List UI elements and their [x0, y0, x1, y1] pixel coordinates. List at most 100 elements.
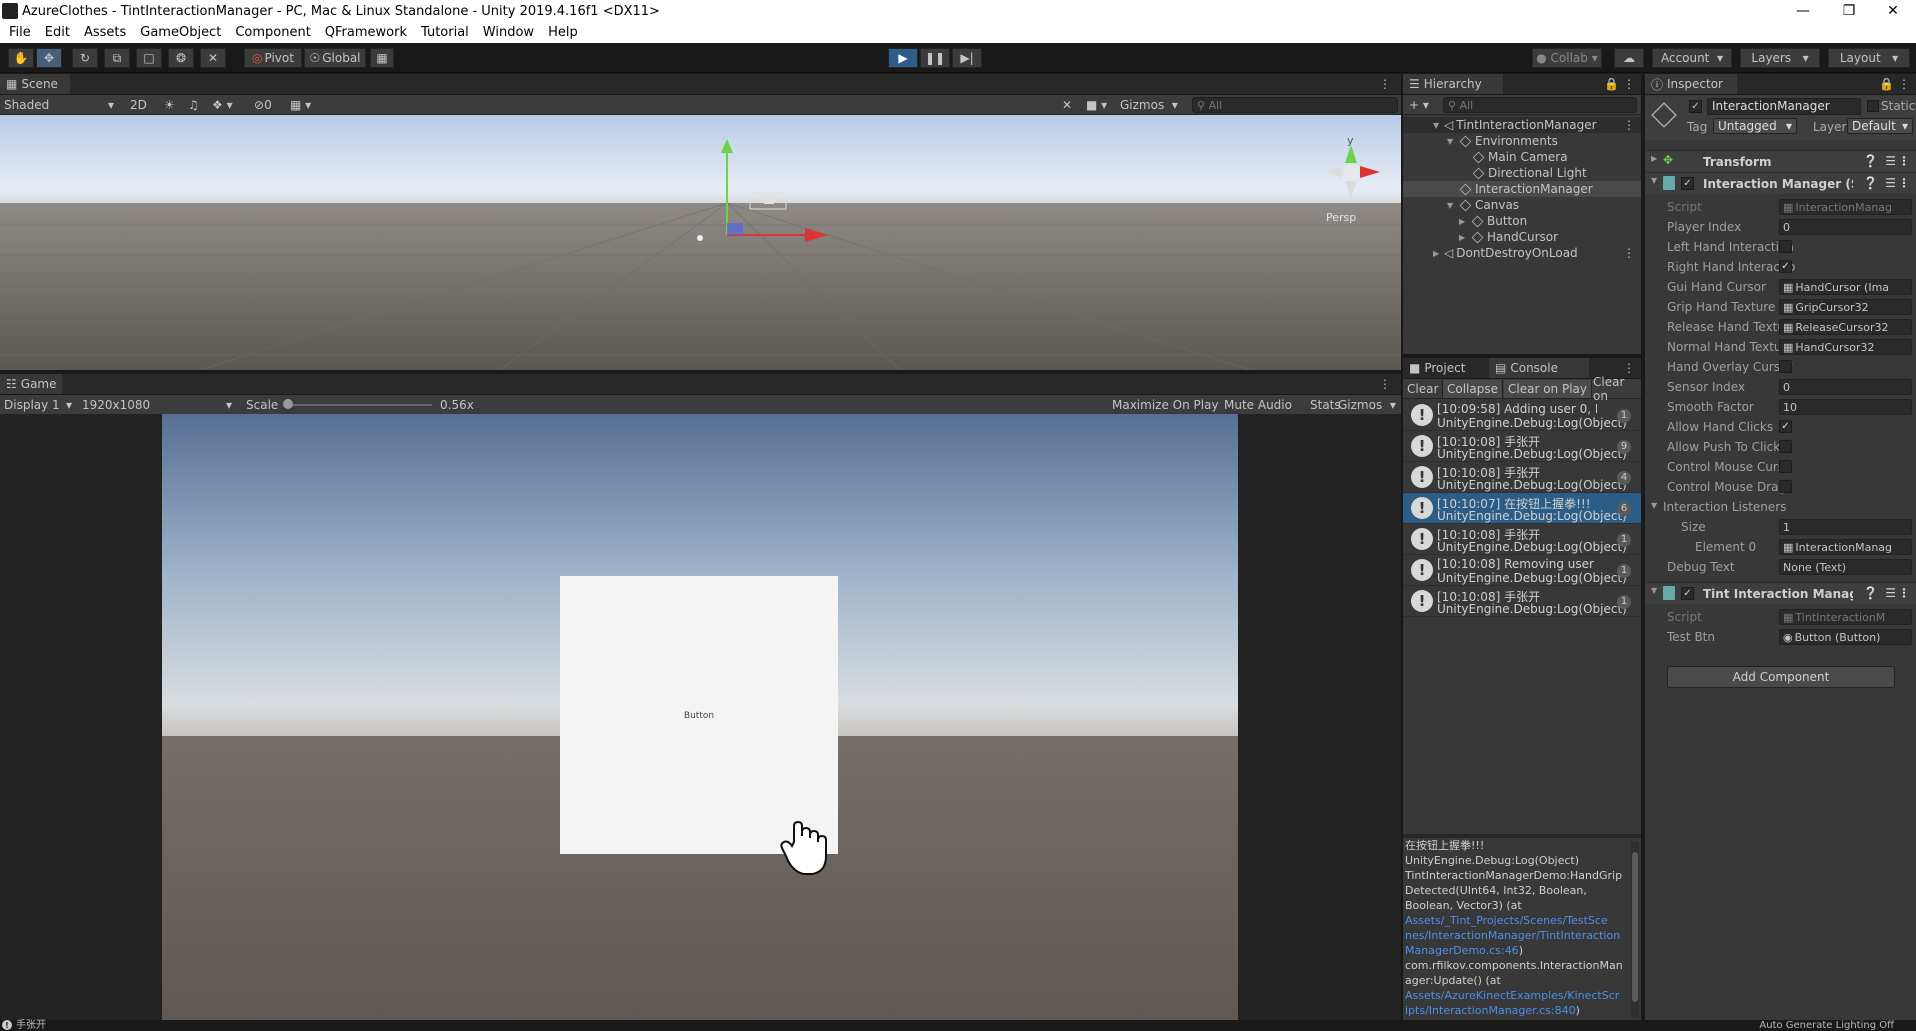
account-dropdown[interactable]: Account ▾ — [1652, 48, 1732, 68]
menu-help[interactable]: Help — [541, 25, 585, 40]
hierarchy-menu-icon[interactable]: ⋮ — [1617, 74, 1641, 94]
game-menu-icon[interactable]: ⋮ — [1373, 374, 1397, 394]
minimize-icon[interactable]: — — [1780, 0, 1826, 22]
menu-window[interactable]: Window — [476, 25, 541, 40]
hand-tool-icon[interactable]: ✋ — [8, 48, 34, 68]
collapse-arrow-icon[interactable]: ▶ — [1651, 154, 1662, 163]
maximize-on-play-toggle[interactable]: Maximize On Play — [1108, 396, 1223, 414]
layer-dropdown[interactable]: Default ▾ — [1847, 118, 1913, 134]
transform-component-header[interactable]: ▶ ✥ Transform ❔ ☰ ⋮ — [1645, 150, 1916, 172]
tag-dropdown[interactable]: Untagged ▾ — [1713, 118, 1797, 134]
detail-scrollbar-thumb[interactable] — [1632, 852, 1638, 1002]
menu-file[interactable]: File — [2, 25, 38, 40]
element0-field[interactable]: ▦ InteractionManag — [1779, 539, 1912, 555]
log-entry-selected[interactable]: ! [10:10:07] 在按钮上握拳!!! UnityEngine.Debug:L… — [1403, 493, 1641, 524]
gui-hand-cursor-field[interactable]: ▦ HandCursor (Ima — [1779, 279, 1912, 295]
item-menu-icon[interactable]: ⋮ — [1623, 246, 1635, 260]
log-entry[interactable]: ! [10:10:08] 手张开 UnityEngine.Debug:Log(Obj… — [1403, 586, 1641, 617]
pivot-toggle[interactable]: ◎ Pivot — [244, 48, 302, 68]
hierarchy-item-tintinteractionmanager[interactable]: ▼ ◁ TintInteractionManager ⋮ — [1403, 117, 1641, 133]
create-dropdown-icon[interactable]: + ▾ — [1405, 96, 1433, 114]
hierarchy-item-directional-light[interactable]: Directional Light — [1403, 165, 1641, 181]
component-enabled-checkbox[interactable]: ✓ — [1681, 587, 1694, 600]
collapse-arrow-icon[interactable]: ▶ — [1459, 233, 1470, 242]
menu-edit[interactable]: Edit — [38, 25, 77, 40]
clear-on-build-toggle[interactable]: Clear on — [1589, 375, 1641, 403]
scene-menu-icon[interactable]: ⋮ — [1373, 74, 1397, 94]
cloud-icon[interactable]: ☁ — [1614, 48, 1644, 68]
audio-toggle-icon[interactable]: ♫ — [184, 96, 203, 114]
hierarchy-item-main-camera[interactable]: Main Camera — [1403, 149, 1641, 165]
camera-dropdown-icon[interactable]: ■ ▾ — [1082, 96, 1111, 114]
mode-2d-toggle[interactable]: 2D — [126, 96, 151, 114]
log-entry[interactable]: ! [10:10:08] Removing user 0, ID: 3, BUni… — [1403, 555, 1641, 586]
tab-project[interactable]: ■ Project — [1403, 358, 1487, 378]
detail-link[interactable]: Assets/AzureKinectExamples/KinectScr — [1405, 988, 1629, 1003]
collapse-arrow-icon[interactable]: ▶ — [1433, 249, 1444, 258]
test-btn-field[interactable]: ◉ Button (Button) — [1779, 629, 1912, 645]
debug-text-field[interactable]: None (Text) — [1779, 559, 1912, 575]
hierarchy-item-interactionmanager[interactable]: InteractionManager — [1403, 181, 1641, 197]
component-menu-icon[interactable]: ⋮ — [1898, 586, 1910, 600]
add-component-button[interactable]: Add Component — [1667, 666, 1895, 688]
detail-scrollbar[interactable] — [1631, 842, 1639, 1018]
menu-component[interactable]: Component — [228, 25, 317, 40]
inspector-menu-icon[interactable]: ⋮ — [1892, 74, 1916, 94]
release-hand-texture-field[interactable]: ▦ ReleaseCursor32 — [1779, 319, 1912, 335]
hierarchy-search-input[interactable]: ⚲ All — [1443, 97, 1637, 113]
listeners-size-input[interactable]: 1 — [1779, 519, 1912, 535]
grid-snap-icon[interactable]: ▦ — [370, 48, 394, 68]
hierarchy-item-canvas[interactable]: ▼ Canvas — [1403, 197, 1641, 213]
scale-tool-icon[interactable]: ⧉ — [104, 48, 130, 68]
log-entry[interactable]: ! [10:09:58] Adding user 0, ID: 3, BodUni… — [1403, 400, 1641, 431]
clear-button[interactable]: Clear — [1403, 380, 1444, 398]
smooth-factor-input[interactable]: 10 — [1779, 399, 1912, 415]
log-entry[interactable]: ! [10:10:08] 手张开 UnityEngine.Debug:Log(Obj… — [1403, 431, 1641, 462]
component-menu-icon[interactable]: ⋮ — [1898, 176, 1910, 190]
hierarchy-item-environments[interactable]: ▼ Environments — [1403, 133, 1641, 149]
status-message[interactable]: 手张开 — [16, 1020, 46, 1031]
resolution-dropdown[interactable]: 1920x1080 ▾ — [78, 396, 236, 414]
object-name-input[interactable]: InteractionManager — [1707, 98, 1861, 115]
item-menu-icon[interactable]: ⋮ — [1623, 118, 1635, 132]
interaction-manager-header[interactable]: ▼ ✓ Interaction Manager (Scri ❔ ☰ ⋮ — [1645, 172, 1916, 194]
tab-console[interactable]: ▤ Console — [1489, 358, 1589, 378]
right-hand-interaction-checkbox[interactable]: ✓ — [1779, 260, 1792, 273]
collab-dropdown[interactable]: ● Collab ▾ — [1532, 48, 1602, 68]
hidden-objects-toggle[interactable]: ⊘ 0 — [250, 96, 276, 114]
menu-gameobject[interactable]: GameObject — [133, 25, 228, 40]
control-mouse-cursor-checkbox[interactable] — [1779, 460, 1792, 473]
menu-tutorial[interactable]: Tutorial — [414, 25, 476, 40]
game-viewport[interactable]: Button — [162, 414, 1238, 1020]
custom-tool-icon[interactable]: ✕ — [200, 48, 226, 68]
static-checkbox[interactable] — [1867, 100, 1879, 112]
expand-arrow-icon[interactable]: ▼ — [1651, 176, 1662, 185]
tab-hierarchy[interactable]: ☰ Hierarchy — [1403, 74, 1503, 94]
grip-hand-texture-field[interactable]: ▦ GripCursor32 — [1779, 299, 1912, 315]
collapse-arrow-icon[interactable]: ▶ — [1459, 217, 1470, 226]
detail-link[interactable]: ipts/InteractionManager.cs:840 — [1405, 1004, 1576, 1017]
expand-arrow-icon[interactable]: ▼ — [1651, 501, 1662, 510]
collapse-toggle[interactable]: Collapse — [1443, 380, 1503, 398]
step-button[interactable]: ▶| — [952, 48, 982, 68]
tab-game[interactable]: ☷ Game — [0, 374, 62, 394]
settings-icon[interactable]: ☰ — [1885, 176, 1896, 190]
help-icon[interactable]: ❔ — [1863, 154, 1878, 168]
close-icon[interactable]: ✕ — [1870, 0, 1916, 22]
sensor-index-input[interactable]: 0 — [1779, 379, 1912, 395]
expand-arrow-icon[interactable]: ▼ — [1447, 137, 1458, 146]
tab-scene[interactable]: ▦ Scene — [0, 74, 70, 94]
layout-dropdown[interactable]: Layout ▾ — [1828, 48, 1910, 68]
normal-hand-texture-field[interactable]: ▦ HandCursor32 — [1779, 339, 1912, 355]
hand-overlay-cursor-checkbox[interactable] — [1779, 360, 1792, 373]
pause-button[interactable]: ❚❚ — [920, 48, 950, 68]
transform-tool-icon[interactable]: ❂ — [168, 48, 194, 68]
log-entry[interactable]: ! [10:10:08] 手张开 UnityEngine.Debug:Log(Obj… — [1403, 524, 1641, 555]
gizmos-dropdown[interactable]: Gizmos ▾ — [1116, 96, 1182, 114]
menu-qframework[interactable]: QFramework — [318, 25, 414, 40]
maximize-icon[interactable]: ❐ — [1826, 0, 1872, 22]
move-tool-icon[interactable]: ✥ — [36, 48, 62, 68]
display-dropdown[interactable]: Display 1 ▾ — [0, 396, 76, 414]
rect-tool-icon[interactable]: □ — [136, 48, 162, 68]
clear-on-play-toggle[interactable]: Clear on Play — [1504, 380, 1592, 398]
